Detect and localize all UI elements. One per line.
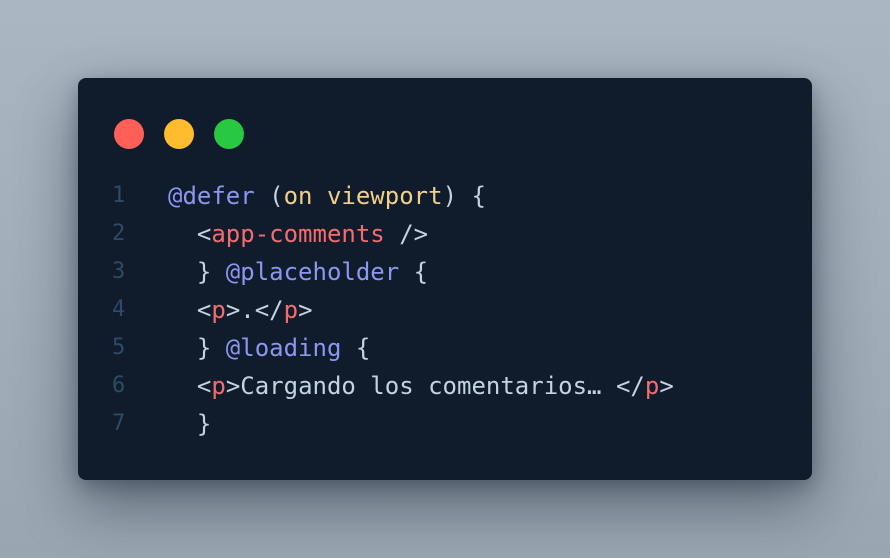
code-token-punc: ) { (442, 182, 486, 210)
line-content: <p>.</p> (168, 291, 313, 329)
code-line: 4 <p>.</p> (78, 291, 812, 329)
code-line: 3 } @placeholder { (78, 253, 812, 291)
line-number: 1 (112, 183, 126, 208)
code-token-tag: p (644, 372, 660, 400)
code-token-punc: } (168, 410, 212, 438)
line-number: 7 (112, 411, 126, 436)
code-token-punc: } (168, 258, 226, 286)
window-controls (114, 119, 244, 149)
code-block: 1 @defer (on viewport) {2 <app-comments /… (78, 177, 812, 443)
code-token-punc: >.</ (225, 296, 284, 324)
line-number: 5 (112, 335, 126, 360)
code-token-punc: > (659, 372, 674, 400)
line-content: <app-comments /> (168, 215, 428, 253)
line-content: <p>Cargando los comentarios… </p> (168, 367, 674, 405)
code-token-punc: < (168, 296, 212, 324)
code-token-txt: Cargando los comentarios… (240, 372, 616, 400)
code-token-punc: /> (384, 220, 429, 248)
close-dot-icon[interactable] (114, 119, 144, 149)
code-token-tag: p (211, 296, 226, 324)
code-token-punc: < (168, 372, 212, 400)
code-token-kw: @defer (168, 182, 255, 210)
code-line: 2 <app-comments /> (78, 215, 812, 253)
line-number: 3 (112, 259, 126, 284)
line-content: } @placeholder { (168, 253, 428, 291)
code-line: 7 } (78, 405, 812, 443)
line-number: 2 (112, 221, 126, 246)
minimize-dot-icon[interactable] (164, 119, 194, 149)
code-token-tag: app-comments (211, 220, 385, 248)
code-token-tag: p (211, 372, 226, 400)
code-token-punc: </ (615, 372, 645, 400)
code-line: 1 @defer (on viewport) { (78, 177, 812, 215)
code-line: 6 <p>Cargando los comentarios… </p> (78, 367, 812, 405)
code-token-punc: < (168, 220, 212, 248)
code-token-punc: { (341, 334, 371, 362)
code-token-punc: { (399, 258, 429, 286)
code-token-tag: p (283, 296, 299, 324)
code-line: 5 } @loading { (78, 329, 812, 367)
maximize-dot-icon[interactable] (214, 119, 244, 149)
code-token-punc: > (298, 296, 313, 324)
code-token-kw: @placeholder (225, 258, 400, 286)
code-token-kw: @loading (225, 334, 342, 362)
code-token-punc: > (225, 372, 241, 400)
code-token-punc: } (168, 334, 226, 362)
line-number: 6 (112, 373, 126, 398)
line-content: @defer (on viewport) { (168, 177, 486, 215)
line-number: 4 (112, 297, 126, 322)
code-token-punc: ( (254, 182, 284, 210)
code-token-arg: on viewport (283, 182, 443, 210)
line-content: } @loading { (168, 329, 370, 367)
line-content: } (168, 405, 211, 443)
code-window: 1 @defer (on viewport) {2 <app-comments /… (78, 78, 812, 480)
